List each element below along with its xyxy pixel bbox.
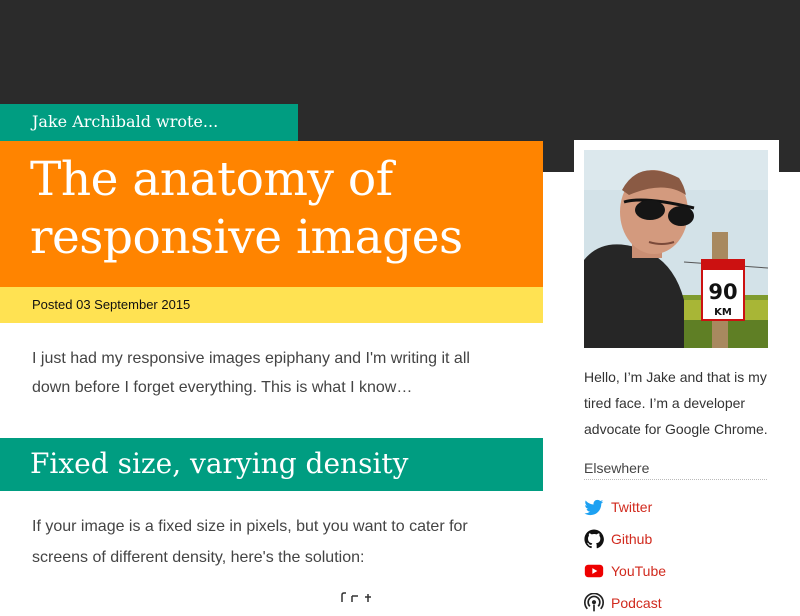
- twitter-link-label: Twitter: [611, 499, 653, 515]
- section-paragraph: If your image is a fixed size in pixels,…: [32, 518, 468, 566]
- section-heading: Fixed size, varying density: [0, 438, 543, 491]
- github-icon: [584, 529, 604, 549]
- article-title: The anatomy of responsive images: [30, 151, 543, 267]
- article-title-line-1: The anatomy of: [30, 152, 393, 207]
- code-sample-fragment: [338, 590, 378, 602]
- svg-text:90: 90: [708, 280, 737, 304]
- twitter-link[interactable]: Twitter: [584, 496, 774, 518]
- youtube-link[interactable]: YouTube: [584, 560, 774, 582]
- youtube-link-label: YouTube: [611, 563, 667, 579]
- author-bio: Hello, I’m Jake and that is my tired fac…: [584, 369, 768, 437]
- author-byline: Jake Archibald wrote...: [0, 104, 298, 142]
- podcast-icon: [584, 592, 604, 613]
- elsewhere-heading: Elsewhere: [584, 460, 767, 480]
- twitter-icon: [584, 497, 604, 517]
- sidebar: 90 KM Hello, I’m Jake and that is my tir…: [574, 140, 779, 612]
- podcast-link-label: Podcast: [611, 595, 662, 611]
- posted-date: Posted 03 September 2015: [0, 287, 543, 323]
- article-title-line-2: responsive images: [30, 210, 463, 265]
- article-title-banner: The anatomy of responsive images: [0, 141, 543, 287]
- svg-text:KM: KM: [714, 307, 732, 318]
- github-link-label: Github: [611, 531, 653, 547]
- intro-paragraph: I just had my responsive images epiphany…: [32, 350, 470, 396]
- github-link[interactable]: Github: [584, 528, 774, 550]
- author-photo: 90 KM: [584, 150, 768, 348]
- podcast-link[interactable]: Podcast: [584, 592, 774, 614]
- youtube-icon: [584, 561, 604, 581]
